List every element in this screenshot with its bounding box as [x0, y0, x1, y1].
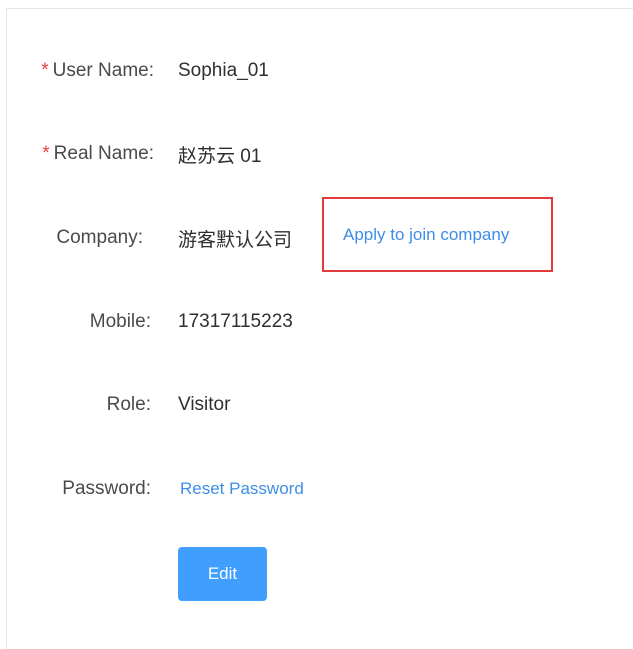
- username-row: * User Name: Sophia_01: [7, 56, 269, 86]
- password-row: Password:: [7, 474, 151, 504]
- role-value: Visitor: [178, 394, 231, 415]
- company-row: Company: 游客默认公司: [7, 223, 292, 253]
- password-label: Password:: [62, 478, 151, 499]
- username-value: Sophia_01: [178, 60, 269, 81]
- profile-panel: * User Name: Sophia_01 * Real Name: 赵苏云 01…: [6, 8, 633, 649]
- realname-value: 赵苏云 01: [178, 145, 262, 167]
- required-mark: *: [42, 143, 50, 164]
- required-mark: *: [41, 60, 49, 81]
- company-label: Company:: [56, 227, 143, 248]
- apply-highlight-box: Apply to join company: [322, 197, 553, 272]
- company-value: 游客默认公司: [178, 229, 293, 251]
- realname-label: * Real Name:: [42, 143, 154, 164]
- username-label: * User Name:: [41, 60, 154, 81]
- mobile-row: Mobile: 17317115223: [7, 307, 293, 337]
- edit-button[interactable]: Edit: [178, 547, 267, 601]
- apply-join-company-link[interactable]: Apply to join company: [343, 225, 509, 245]
- mobile-label: Mobile:: [89, 311, 151, 332]
- reset-password-link[interactable]: Reset Password: [180, 479, 304, 499]
- mobile-value: 17317115223: [178, 311, 293, 332]
- realname-row: * Real Name: 赵苏云 01: [7, 139, 261, 169]
- role-label: Role:: [106, 394, 151, 415]
- role-row: Role: Visitor: [7, 390, 231, 420]
